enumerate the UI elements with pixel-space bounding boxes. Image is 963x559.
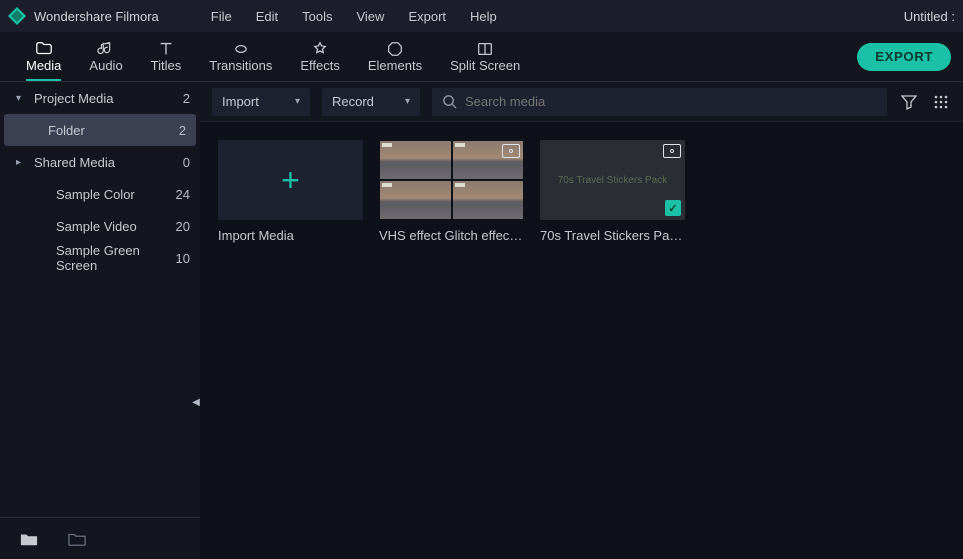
sidebar-item-project-media[interactable]: ▾Project Media2 <box>0 82 200 114</box>
media-card: VHS effect Glitch effect… <box>379 140 524 541</box>
search-input[interactable] <box>465 94 877 109</box>
tool-tabs: MediaAudioTitlesTransitionsEffectsElemen… <box>0 32 963 82</box>
tab-audio[interactable]: Audio <box>75 32 136 81</box>
transitions-icon <box>231 40 251 58</box>
chevron-down-icon: ▾ <box>295 96 300 107</box>
effects-icon <box>310 40 330 58</box>
media-thumb[interactable] <box>379 140 524 220</box>
app-name: Wondershare Filmora <box>34 9 159 24</box>
titles-icon <box>156 40 176 58</box>
app-logo-icon <box>8 7 26 25</box>
record-dropdown-label: Record <box>332 94 374 109</box>
content-panel: Import ▾ Record ▾ + Import Media VHS effec… <box>200 82 963 559</box>
tab-effects[interactable]: Effects <box>286 32 354 81</box>
split-icon <box>475 40 495 58</box>
sidebar-footer <box>0 517 200 559</box>
media-card: + Import Media <box>218 140 363 541</box>
main-area: ▾Project Media2Folder2▸Shared Media0Samp… <box>0 82 963 559</box>
new-folder-outline-icon[interactable] <box>68 531 86 547</box>
tab-split[interactable]: Split Screen <box>436 32 534 81</box>
audio-icon <box>96 40 116 58</box>
menu-file[interactable]: File <box>199 9 244 24</box>
menu-export[interactable]: Export <box>396 9 458 24</box>
clip-type-icon <box>663 144 681 158</box>
plus-icon: + <box>281 162 300 199</box>
document-title: Untitled : <box>904 9 955 24</box>
import-dropdown[interactable]: Import ▾ <box>212 88 310 116</box>
media-thumb[interactable]: 70s Travel Stickers Pack✓ <box>540 140 685 220</box>
menubar: Wondershare Filmora FileEditToolsViewExp… <box>0 0 963 32</box>
grid-view-icon[interactable] <box>931 92 951 112</box>
caret-icon: ▸ <box>16 157 26 168</box>
sidebar-item-shared-media[interactable]: ▸Shared Media0 <box>0 146 200 178</box>
search-box[interactable] <box>432 88 887 116</box>
media-label: Import Media <box>218 228 363 243</box>
clip-type-icon <box>502 144 520 158</box>
import-media-tile[interactable]: + <box>218 140 363 220</box>
tab-elements[interactable]: Elements <box>354 32 436 81</box>
search-icon <box>442 94 457 109</box>
media-card: 70s Travel Stickers Pack✓ 70s Travel Stic… <box>540 140 685 541</box>
tab-media[interactable]: Media <box>12 32 75 81</box>
menu-view[interactable]: View <box>344 9 396 24</box>
caret-icon: ▾ <box>16 93 26 104</box>
media-label: 70s Travel Stickers Pack… <box>540 228 685 243</box>
selected-check-icon: ✓ <box>665 200 681 216</box>
menu-edit[interactable]: Edit <box>244 9 290 24</box>
elements-icon <box>385 40 405 58</box>
menu-tools[interactable]: Tools <box>290 9 344 24</box>
import-dropdown-label: Import <box>222 94 259 109</box>
tab-transitions[interactable]: Transitions <box>195 32 286 81</box>
sidebar-collapse-handle[interactable]: ◀ <box>191 382 201 422</box>
filter-icon[interactable] <box>899 92 919 112</box>
chevron-down-icon: ▾ <box>405 96 410 107</box>
media-icon <box>34 40 54 58</box>
sidebar-item-folder[interactable]: Folder2 <box>4 114 196 146</box>
record-dropdown[interactable]: Record ▾ <box>322 88 420 116</box>
sidebar: ▾Project Media2Folder2▸Shared Media0Samp… <box>0 82 200 559</box>
media-grid: + Import Media VHS effect Glitch effect… 70… <box>200 122 963 559</box>
sidebar-item-sample-color[interactable]: Sample Color24 <box>0 178 200 210</box>
content-toolbar: Import ▾ Record ▾ <box>200 82 963 122</box>
new-folder-filled-icon[interactable] <box>20 531 38 547</box>
tab-titles[interactable]: Titles <box>137 32 196 81</box>
menu-help[interactable]: Help <box>458 9 509 24</box>
sidebar-item-sample-video[interactable]: Sample Video20 <box>0 210 200 242</box>
export-button[interactable]: EXPORT <box>857 43 951 71</box>
sidebar-item-sample-green-screen[interactable]: Sample Green Screen10 <box>0 242 200 274</box>
media-label: VHS effect Glitch effect… <box>379 228 524 243</box>
